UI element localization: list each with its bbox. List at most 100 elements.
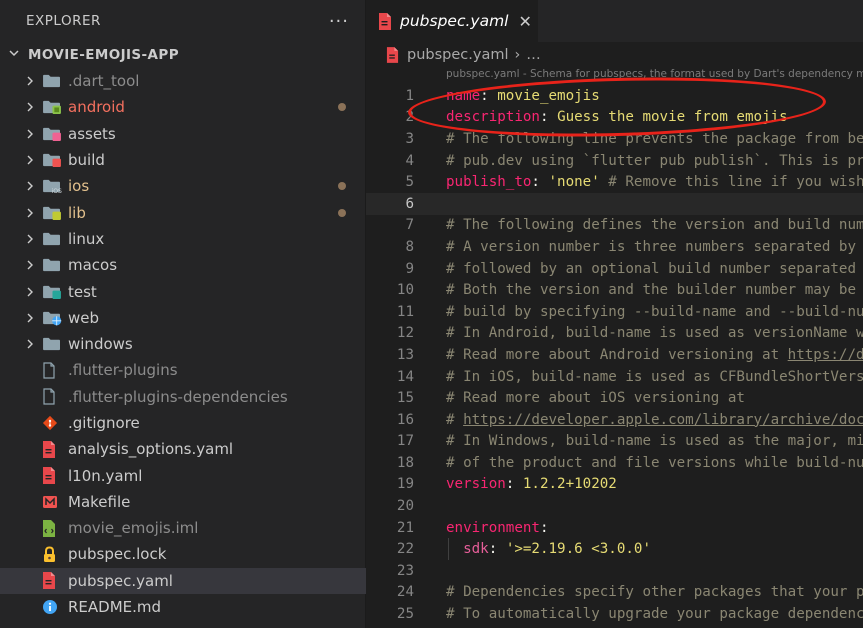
tree-item-analysis-options-yaml[interactable]: analysis_options.yaml (0, 436, 366, 462)
code-text: # build by specifying --build-name and -… (446, 304, 863, 320)
tree-item-windows[interactable]: windows (0, 331, 366, 357)
tree-item-web[interactable]: web (0, 305, 366, 331)
code-line[interactable]: 23 (366, 560, 863, 582)
tree-item-movie-emojis-iml[interactable]: movie_emojis.iml (0, 515, 366, 541)
code-link[interactable]: https://developer.android.com/studio/pub… (788, 347, 863, 363)
tree-item-makefile[interactable]: Makefile (0, 489, 366, 515)
tree-item-build[interactable]: build (0, 147, 366, 173)
code-token: # In iOS, build-name is used as CFBundle… (446, 368, 863, 385)
tree-item-pubspec-lock[interactable]: pubspec.lock (0, 541, 366, 567)
code-line[interactable]: 24 # Dependencies specify other packages … (366, 582, 863, 604)
code-line[interactable]: 18 # of the product and file versions whi… (366, 452, 863, 474)
project-root-row[interactable]: MOVIE-EMOJIS-APP (0, 42, 365, 68)
tree-item-linux[interactable]: linux (0, 226, 366, 252)
explorer-sidebar: EXPLORER ··· MOVIE-EMOJIS-APP .dart_tool… (0, 0, 366, 628)
lib-folder-icon (42, 204, 64, 222)
line-number: 25 (396, 606, 414, 623)
code-line[interactable]: 11 # build by specifying --build-name and… (366, 301, 863, 323)
code-line[interactable]: 5 publish_to: 'none' # Remove this line i… (366, 171, 863, 193)
tree-item-test[interactable]: test (0, 278, 366, 304)
code-token: name (446, 87, 481, 104)
info-icon (42, 598, 64, 616)
code-line[interactable]: 2 description: Guess the movie from emoji… (366, 107, 863, 129)
code-line[interactable]: 13 # Read more about Android versioning a… (366, 344, 863, 366)
tree-item-android[interactable]: android (0, 94, 366, 120)
code-line[interactable]: 4 # pub.dev using `flutter pub publish`. … (366, 150, 863, 172)
code-token: # build by specifying --build-name and -… (446, 303, 863, 320)
code-line[interactable]: 10 # Both the version and the builder num… (366, 279, 863, 301)
chevron-right-icon[interactable] (24, 180, 36, 192)
code-token: # In Android, build-name is used as vers… (446, 325, 863, 342)
tree-item-label: movie_emojis.iml (68, 519, 199, 538)
tab-pubspec-yaml[interactable]: pubspec.yaml ✕ (366, 0, 538, 42)
code-line[interactable]: 14 # In iOS, build-name is used as CFBund… (366, 366, 863, 388)
line-number: 14 (396, 368, 414, 385)
tree-item-ios[interactable]: iOS ios (0, 173, 366, 199)
line-number: 13 (396, 346, 414, 363)
code-line[interactable]: 7 # The following defines the version and… (366, 215, 863, 237)
code-token: Guess the movie from emojis (557, 109, 788, 126)
close-icon[interactable]: ✕ (518, 12, 531, 31)
code-line[interactable]: 8 # A version number is three numbers sep… (366, 236, 863, 258)
tab-bar: pubspec.yaml ✕ (366, 0, 863, 42)
tree-item-label: windows (68, 335, 133, 354)
tree-item-label: pubspec.yaml (68, 571, 173, 590)
code-line[interactable]: 16 # https://developer.apple.com/library/… (366, 409, 863, 431)
folder-icon (42, 335, 64, 353)
chevron-right-icon[interactable] (24, 233, 36, 245)
code-line[interactable]: 25 # To automatically upgrade your packag… (366, 603, 863, 625)
code-token: # of the product and file versions while… (446, 454, 863, 471)
tree-item-lib[interactable]: lib (0, 199, 366, 225)
tree-item-label: android (68, 98, 125, 117)
chevron-right-icon[interactable] (24, 259, 36, 271)
code-line[interactable]: 21 environment: (366, 517, 863, 539)
android-folder-icon (42, 98, 64, 116)
chevron-right-icon[interactable] (24, 75, 36, 87)
tree-item-dart-tool[interactable]: .dart_tool (0, 68, 366, 94)
code-line[interactable]: 22 sdk: '>=2.19.6 <3.0.0' (366, 538, 863, 561)
line-number: 20 (396, 498, 414, 515)
chevron-right-icon[interactable] (24, 101, 36, 113)
line-number: 18 (396, 454, 414, 471)
tree-item-flutter-plugins[interactable]: .flutter-plugins (0, 357, 366, 383)
code-line[interactable]: 9 # followed by an optional build number … (366, 258, 863, 280)
breadcrumb: pubspec.yaml › … (366, 42, 863, 68)
line-number: 6 (405, 195, 414, 212)
code-token: # (446, 411, 464, 428)
code-token: 1.2.2+10202 (522, 476, 617, 493)
chevron-right-icon[interactable] (24, 312, 36, 324)
code-line[interactable]: 15 # Read more about iOS versioning at (366, 387, 863, 409)
tree-item-label: web (68, 308, 100, 327)
tree-item-macos[interactable]: macos (0, 252, 366, 278)
code-line[interactable]: 20 (366, 495, 863, 517)
yaml-file-icon (386, 47, 399, 63)
chevron-right-icon[interactable] (24, 128, 36, 140)
tree-item-label: macos (68, 256, 118, 275)
code-token: version (446, 476, 506, 493)
breadcrumb-more[interactable]: … (526, 47, 541, 63)
tree-item-flutter-plugins-dependencies[interactable]: .flutter-plugins-dependencies (0, 384, 366, 410)
code-line[interactable]: 17 # In Windows, build-name is used as th… (366, 431, 863, 453)
tree-item-gitignore[interactable]: .gitignore (0, 410, 366, 436)
chevron-right-icon[interactable] (24, 286, 36, 298)
tree-item-label: l10n.yaml (68, 466, 143, 485)
tree-item-pubspec-yaml[interactable]: pubspec.yaml (0, 567, 366, 594)
more-actions-button[interactable]: ··· (329, 11, 349, 32)
tree-item-l10n-yaml[interactable]: l10n.yaml (0, 462, 366, 488)
breadcrumb-file[interactable]: pubspec.yaml (407, 47, 508, 63)
code-token: # Read more about iOS versioning at (446, 390, 745, 407)
code-line[interactable]: 19 version: 1.2.2+10202 (366, 474, 863, 496)
code-line[interactable]: 3 # The following line prevents the packa… (366, 128, 863, 150)
chevron-right-icon[interactable] (24, 338, 36, 350)
web-folder-icon (42, 309, 64, 327)
chevron-right-icon[interactable] (24, 207, 36, 219)
code-line[interactable]: 6 (366, 192, 863, 215)
code-line[interactable]: 12 # In Android, build-name is used as ve… (366, 323, 863, 345)
tree-item-assets[interactable]: assets (0, 121, 366, 147)
chevron-right-icon[interactable] (24, 154, 36, 166)
code-link[interactable]: https://developer.apple.com/library/arch… (463, 412, 863, 428)
code-view[interactable]: 1 name: movie_emojis 2 description: Guess t… (366, 85, 863, 625)
code-line[interactable]: 1 name: movie_emojis (366, 85, 863, 107)
line-number: 22 (396, 541, 414, 558)
tree-item-readme-md[interactable]: README.md (0, 594, 366, 620)
